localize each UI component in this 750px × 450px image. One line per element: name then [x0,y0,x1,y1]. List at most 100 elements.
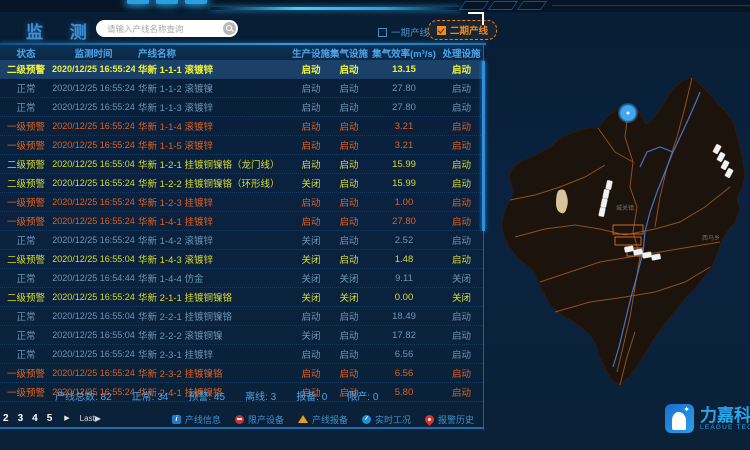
cell-treatment-facility: 启动 [440,328,483,342]
column-header: 集气设施 [330,46,368,60]
monitor-table-panel: 状态监测时间产线名称生产设施集气设施集气效率(m³/s)处理设施 二级预警202… [0,45,484,430]
last-page-button[interactable]: Last▶ [80,414,101,423]
cell-gas-facility: 启动 [330,62,368,76]
legend-bar: i产线信息 限产设备 产线报备 实时工况 报警历史 [172,409,474,429]
cell-status: 正常 [0,233,52,247]
cell-production-facility: 启动 [292,366,330,380]
column-header: 产线名称 [135,46,292,60]
table-row[interactable]: 正常2020/12/25 16:55:04华新 2-2-1 挂镀铜镍铬启动启动1… [0,307,483,326]
legend-label: 实时工况 [375,413,411,426]
table-row[interactable]: 一级预警2020/12/25 16:55:24华新 1-1-4 滚镀锌启动启动3… [0,117,483,136]
page-number[interactable]: 3 [18,413,24,424]
summary-bar: 产线总数: 82正常: 34预警: 45离线: 3报备: 0限产: 0 [55,388,378,403]
page-number[interactable]: 5 [47,413,53,424]
cell-gas-facility: 启动 [330,176,368,190]
cell-gas-facility: 启动 [330,347,368,361]
cell-gas-facility: 启动 [330,138,368,152]
cell-status: 正常 [0,309,52,323]
table-row[interactable]: 一级预警2020/12/25 16:55:24华新 2-3-2 挂镀镍铬启动启动… [0,364,483,383]
cell-status: 正常 [0,271,52,285]
table-row[interactable]: 二级预警2020/12/25 16:55:24华新 1-2-2 挂镀铜镍铬（环形… [0,174,483,193]
cell-gas-efficiency: 5.80 [368,387,440,398]
glow-tab-decor [156,0,178,4]
table-row[interactable]: 二级预警2020/12/25 16:55:04华新 1-4-3 滚镀锌关闭启动1… [0,250,483,269]
cell-gas-efficiency: 2.52 [368,235,440,246]
table-row[interactable]: 一级预警2020/12/25 16:55:24华新 1-1-5 滚镀锌启动启动3… [0,136,483,155]
cell-production-facility: 启动 [292,214,330,228]
cell-gas-efficiency: 17.82 [368,330,440,341]
cell-status: 一级预警 [0,138,52,152]
cell-production-facility: 启动 [292,119,330,133]
legend-button[interactable]: 实时工况 [362,413,411,426]
cell-status: 正常 [0,81,52,95]
cell-time: 2020/12/25 16:55:24 [52,64,135,74]
column-header: 处理设施 [440,46,483,60]
legend-button[interactable]: 产线报备 [298,413,348,426]
page-number[interactable]: 4 [32,413,38,424]
district-region-shape [502,78,745,385]
phase2-button[interactable]: 二期产线 [428,20,497,40]
page-number[interactable]: 2 [3,413,9,424]
district-map[interactable]: 城关镇 西马乡 [495,57,750,392]
cell-time: 2020/12/25 16:55:24 [52,235,135,245]
table-row[interactable]: 正常2020/12/25 16:55:24华新 1-4-2 滚镀锌关闭启动2.5… [0,231,483,250]
table-row[interactable]: 二级预警2020/12/25 16:55:24华新 1-1-1 滚镀锌启动启动1… [0,60,483,79]
table-row[interactable]: 一级预警2020/12/25 16:55:24华新 1-4-1 挂镀锌启动启动2… [0,212,483,231]
cell-treatment-facility: 启动 [440,233,483,247]
legend-button[interactable]: 报警历史 [425,413,474,426]
cell-treatment-facility: 启动 [440,62,483,76]
cell-line-name: 华新 1-1-1 滚镀锌 [135,62,292,76]
cell-treatment-facility: 启动 [440,176,483,190]
cell-gas-efficiency: 0.00 [368,292,440,303]
table-row[interactable]: 一级预警2020/12/25 16:55:24华新 1-2-3 挂镀锌启动启动1… [0,193,483,212]
summary-item: 正常: 34 [132,388,169,403]
cell-gas-efficiency: 9.11 [368,273,440,284]
cell-status: 正常 [0,328,52,342]
summary-item: 限产: 0 [347,388,378,403]
cell-production-facility: 启动 [292,347,330,361]
divider-line [552,5,750,6]
cell-status: 二级预警 [0,252,52,266]
table-row[interactable]: 二级预警2020/12/25 16:55:24华新 2-1-1 挂镀铜镍铬关闭关… [0,288,483,307]
table-row[interactable]: 正常2020/12/25 16:55:24华新 2-3-1 挂镀锌启动启动6.5… [0,345,483,364]
slant-decor [517,1,547,10]
checkbox-unchecked-icon [378,28,387,37]
map-label-township: 西马乡 [702,234,720,242]
cell-time: 2020/12/25 16:55:04 [52,159,135,169]
pin-icon [423,413,436,426]
legend-button[interactable]: i产线信息 [172,413,221,426]
cell-gas-facility: 启动 [330,119,368,133]
table-row[interactable]: 正常2020/12/25 16:55:24华新 1-1-2 滚镀镍启动启动27.… [0,79,483,98]
cell-treatment-facility: 启动 [440,81,483,95]
cell-gas-efficiency: 6.56 [368,349,440,360]
table-row[interactable]: 正常2020/12/25 16:55:04华新 2-2-2 滚镀铜镍关闭启动17… [0,326,483,345]
cell-gas-facility: 关闭 [330,290,368,304]
cell-gas-efficiency: 3.21 [368,140,440,151]
phase1-checkbox[interactable]: 一期产线 [378,25,429,39]
cell-production-facility: 关闭 [292,233,330,247]
table-row[interactable]: 正常2020/12/25 16:55:24华新 1-1-3 滚镀锌启动启动27.… [0,98,483,117]
cell-production-facility: 启动 [292,100,330,114]
search-input[interactable] [105,23,223,35]
search-icon[interactable] [223,22,236,35]
cell-production-facility: 关闭 [292,328,330,342]
cell-treatment-facility: 启动 [440,100,483,114]
table-row[interactable]: 正常2020/12/25 16:54:44华新 1-4-4 仿金关闭关闭9.11… [0,269,483,288]
scrollbar-thumb[interactable] [482,61,485,231]
cell-time: 2020/12/25 16:55:24 [52,197,135,207]
cell-line-name: 华新 2-3-2 挂镀镍铬 [135,366,292,380]
pagination: 2345 [0,413,52,424]
cell-treatment-facility: 启动 [440,214,483,228]
cell-time: 2020/12/25 16:55:24 [52,368,135,378]
legend-button[interactable]: 限产设备 [235,413,284,426]
cell-gas-facility: 关闭 [330,271,368,285]
next-page-icon[interactable]: ▶ [64,414,69,422]
cell-production-facility: 启动 [292,62,330,76]
table-row[interactable]: 二级预警2020/12/25 16:55:04华新 1-2-1 挂镀铜镍铬（龙门… [0,155,483,174]
map-marker[interactable] [618,103,638,123]
cell-status: 一级预警 [0,195,52,209]
cell-treatment-facility: 关闭 [440,271,483,285]
cell-gas-facility: 启动 [330,309,368,323]
cyan-accent-bar [210,7,460,10]
search-box [96,20,238,37]
